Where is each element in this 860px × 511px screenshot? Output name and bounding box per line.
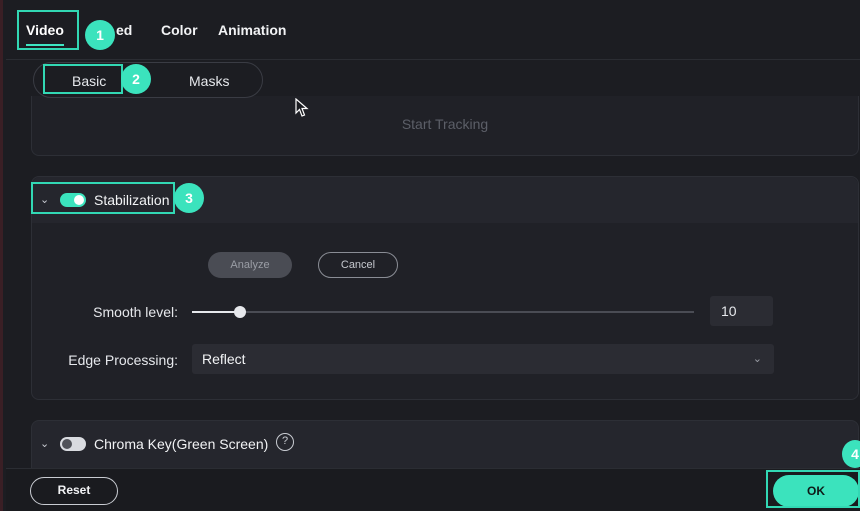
tab-masks[interactable]: Masks <box>189 73 229 89</box>
highlight-stabilization <box>31 182 175 214</box>
toggle-knob <box>62 439 72 449</box>
reset-button[interactable]: Reset <box>30 477 118 505</box>
analyze-button[interactable]: Analyze <box>208 252 292 278</box>
step-marker-2: 2 <box>121 64 151 94</box>
app-window: Video 1 ed Color Animation Start Trackin… <box>0 0 860 511</box>
edge-processing-label: Edge Processing: <box>68 352 178 368</box>
chevron-down-icon: ⌄ <box>752 353 762 365</box>
chroma-key-toggle[interactable] <box>60 437 86 451</box>
cancel-button[interactable]: Cancel <box>318 252 398 278</box>
step-marker-3: 3 <box>174 183 204 213</box>
help-icon[interactable]: ? <box>276 433 294 451</box>
edge-processing-select[interactable]: Reflect ⌄ <box>192 344 774 374</box>
start-tracking-button[interactable]: Start Tracking <box>32 116 858 132</box>
edge-processing-value: Reflect <box>202 351 246 367</box>
tab-color[interactable]: Color <box>161 22 198 38</box>
tab-speed[interactable]: ed <box>116 22 132 38</box>
top-tab-bar: Video 1 ed Color Animation <box>6 0 860 60</box>
motion-tracking-panel: Start Tracking <box>31 96 859 156</box>
step-marker-1: 1 <box>85 20 115 50</box>
mouse-cursor-icon <box>295 98 309 117</box>
chroma-key-title: Chroma Key(Green Screen) <box>94 436 269 452</box>
highlight-basic-tab <box>43 64 123 94</box>
smooth-level-input[interactable]: 10 <box>710 296 773 326</box>
chevron-down-icon[interactable]: ⌄ <box>40 437 49 450</box>
slider-handle[interactable] <box>234 306 246 318</box>
chroma-key-panel[interactable]: ⌄ Chroma Key(Green Screen) ? <box>31 420 859 468</box>
bottom-bar: Reset OK <box>6 468 860 511</box>
tab-animation[interactable]: Animation <box>218 22 286 38</box>
highlight-ok-button <box>766 470 860 508</box>
highlight-video-tab <box>17 10 79 50</box>
slider-fill <box>192 311 240 313</box>
smooth-level-slider[interactable] <box>192 306 694 318</box>
smooth-level-label: Smooth level: <box>93 304 178 320</box>
